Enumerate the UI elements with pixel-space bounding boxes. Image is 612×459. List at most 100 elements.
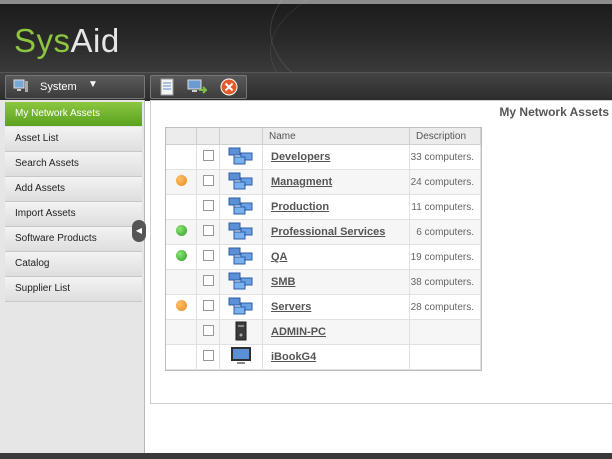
select-cell <box>196 344 220 370</box>
list-icon[interactable] <box>157 78 177 96</box>
sidebar-item-add-assets[interactable]: Add Assets <box>5 177 142 202</box>
system-menu-label: System <box>40 81 77 93</box>
name-cell: Servers <box>262 294 410 320</box>
column-header-description[interactable]: Description <box>409 128 481 145</box>
computer-icon <box>13 79 28 92</box>
sysaid-logo: SysAid <box>14 22 120 59</box>
description-cell: 38 computers. <box>409 269 481 295</box>
collapse-sidebar-button[interactable]: ◀ <box>132 220 146 242</box>
row-checkbox[interactable] <box>202 175 214 186</box>
network-group-icon <box>228 247 254 268</box>
orange-status-icon <box>175 175 187 186</box>
row-checkbox[interactable] <box>202 150 214 161</box>
name-cell: Developers <box>262 144 410 170</box>
description-cell: 11 computers. <box>409 194 481 220</box>
asset-name-link[interactable]: Managment <box>271 176 332 188</box>
table-row[interactable]: ADMIN-PC <box>166 319 481 345</box>
monitor-icon <box>230 346 252 369</box>
select-cell <box>196 169 220 195</box>
name-cell: QA <box>262 244 410 270</box>
table-row[interactable]: Developers 33 computers. <box>166 144 481 170</box>
network-group-icon <box>228 297 254 318</box>
icon-cell <box>219 344 263 370</box>
select-cell <box>196 319 220 345</box>
sidebar-item-search-assets[interactable]: Search Assets <box>5 152 142 177</box>
green-status-icon <box>175 225 187 236</box>
select-cell <box>196 244 220 270</box>
sidebar: My Network Assets Asset List Search Asse… <box>0 100 145 459</box>
asset-name-link[interactable]: QA <box>271 251 288 263</box>
row-checkbox[interactable] <box>202 350 214 361</box>
asset-name-link[interactable]: ADMIN-PC <box>271 326 326 338</box>
icon-cell <box>219 219 263 245</box>
sidebar-item-import-assets[interactable]: Import Assets <box>5 202 142 227</box>
status-cell <box>166 319 197 345</box>
sidebar-item-my-network-assets[interactable]: My Network Assets <box>5 102 142 126</box>
row-checkbox[interactable] <box>202 275 214 286</box>
orange-status-icon <box>175 300 187 311</box>
name-cell: SMB <box>262 269 410 295</box>
asset-name-link[interactable]: Servers <box>271 301 311 313</box>
name-cell: Production <box>262 194 410 220</box>
table-row[interactable]: iBookG4 <box>166 344 481 370</box>
asset-name-link[interactable]: Developers <box>271 151 330 163</box>
sidebar-item-supplier-list[interactable]: Supplier List <box>5 277 142 302</box>
footer-bar <box>0 453 612 459</box>
asset-name-link[interactable]: SMB <box>271 276 295 288</box>
icon-cell <box>219 244 263 270</box>
header-decoration <box>270 0 612 72</box>
assets-table: Name Description Developers 33 computers.… <box>165 127 482 371</box>
table-row[interactable]: Professional Services 6 computers. <box>166 219 481 245</box>
column-header-status <box>166 128 197 145</box>
name-cell: ADMIN-PC <box>262 319 410 345</box>
network-group-icon <box>228 272 254 293</box>
main-panel: My Network Assets Name Description Devel… <box>150 100 612 404</box>
name-cell: iBookG4 <box>262 344 410 370</box>
name-cell: Managment <box>262 169 410 195</box>
status-cell <box>166 144 197 170</box>
asset-name-link[interactable]: iBookG4 <box>271 351 316 363</box>
table-row[interactable]: Servers 28 computers. <box>166 294 481 320</box>
toolbar-actions <box>150 75 247 99</box>
sidebar-item-asset-list[interactable]: Asset List <box>5 127 142 152</box>
table-header-row: Name Description <box>166 128 481 145</box>
network-group-icon <box>228 197 254 218</box>
close-icon[interactable] <box>219 78 239 96</box>
select-cell <box>196 219 220 245</box>
row-checkbox[interactable] <box>202 250 214 261</box>
row-checkbox[interactable] <box>202 200 214 211</box>
row-checkbox[interactable] <box>202 300 214 311</box>
sidebar-item-software-products[interactable]: Software Products <box>5 227 142 252</box>
select-cell <box>196 144 220 170</box>
status-cell <box>166 219 197 245</box>
page-title: My Network Assets <box>499 105 609 119</box>
icon-cell <box>219 319 263 345</box>
description-cell: 28 computers. <box>409 294 481 320</box>
network-group-icon <box>228 172 254 193</box>
sidebar-item-catalog[interactable]: Catalog <box>5 252 142 277</box>
toolbar: System ▼ <box>0 72 612 101</box>
table-row[interactable]: SMB 38 computers. <box>166 269 481 295</box>
icon-cell <box>219 169 263 195</box>
description-cell <box>409 344 481 370</box>
status-cell <box>166 269 197 295</box>
asset-name-link[interactable]: Production <box>271 201 329 213</box>
status-cell <box>166 294 197 320</box>
pc-tower-icon <box>232 321 250 344</box>
table-row[interactable]: Production 11 computers. <box>166 194 481 220</box>
icon-cell <box>219 144 263 170</box>
name-cell: Professional Services <box>262 219 410 245</box>
icon-cell <box>219 294 263 320</box>
select-cell <box>196 194 220 220</box>
description-cell <box>409 319 481 345</box>
table-row[interactable]: Managment 24 computers. <box>166 169 481 195</box>
column-header-name[interactable]: Name <box>262 128 410 145</box>
row-checkbox[interactable] <box>202 325 214 336</box>
system-menu-button[interactable]: System ▼ <box>5 75 145 99</box>
status-cell <box>166 244 197 270</box>
assets-export-icon[interactable] <box>187 78 207 96</box>
asset-name-link[interactable]: Professional Services <box>271 226 385 238</box>
table-row[interactable]: QA 19 computers. <box>166 244 481 270</box>
row-checkbox[interactable] <box>202 225 214 236</box>
description-cell: 33 computers. <box>409 144 481 170</box>
